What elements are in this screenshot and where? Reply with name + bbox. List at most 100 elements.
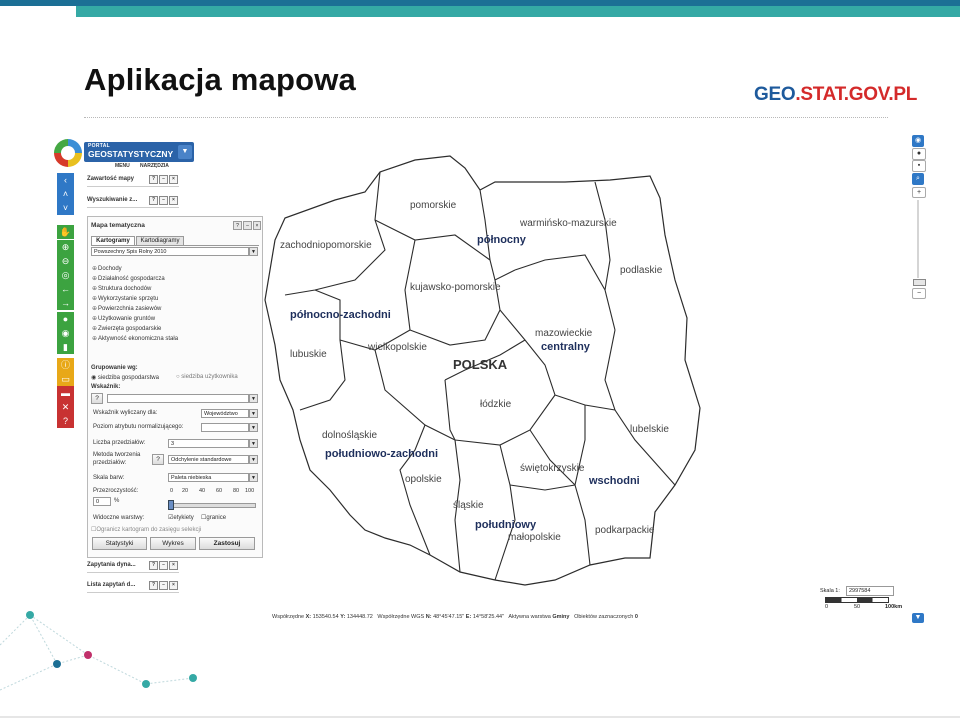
panel-query-list[interactable]: Lista zapytań d... ? – ×	[87, 578, 179, 593]
menu-link[interactable]: MENU	[115, 163, 130, 169]
zoom-slider[interactable]	[917, 200, 919, 278]
method-select[interactable]: Odchylenie standardowe	[168, 455, 249, 464]
region-label: łódzkie	[480, 399, 512, 410]
network-decoration	[0, 611, 197, 691]
forward-arrow-icon[interactable]: →	[57, 296, 74, 310]
panel-search[interactable]: Wyszukiwanie z... ? – ×	[87, 193, 179, 208]
panel-help-icon[interactable]: ?	[149, 196, 158, 205]
panel-collapse-icon[interactable]: –	[159, 581, 168, 590]
calc-for-select[interactable]: Województwo	[201, 409, 249, 418]
tree-item[interactable]: ⊕Struktura dochodów	[92, 285, 151, 292]
tab-cartodiagrams[interactable]: Kartodiagramy	[136, 236, 184, 245]
grouping-radio-household[interactable]: ◉ siedziba gospodarstwa	[91, 374, 159, 381]
tab-cartograms[interactable]: Kartogramy	[91, 236, 135, 245]
chart-icon[interactable]: ▮	[57, 340, 74, 354]
classes-label: Liczba przedziałów:	[93, 440, 146, 446]
portal-brand-big: GEOSTATYSTYCZNY	[88, 149, 174, 159]
scale-box: Skala 1: 2997584 0 50 100km	[817, 585, 902, 613]
restrict-checkbox[interactable]: ☐Ogranicz kartogram do zasięgu selekcji	[91, 526, 201, 533]
panel-query-list-title: Lista zapytań d...	[87, 582, 136, 588]
transparency-unit: %	[114, 498, 120, 504]
zoom-plus-icon[interactable]: +	[912, 187, 926, 198]
tree-item[interactable]: ⊕Wykorzystanie sprzętu	[92, 295, 158, 302]
panel-left-icon[interactable]: ‹	[57, 173, 74, 187]
panel-help-icon[interactable]: ?	[149, 581, 158, 590]
panel-close-icon[interactable]: ×	[169, 561, 178, 570]
zoom-minus-icon[interactable]: −	[912, 288, 926, 299]
indicator-help-button[interactable]: ?	[91, 393, 103, 404]
panel-dynamic-queries[interactable]: Zapytania dyna... ? – ×	[87, 558, 179, 573]
portal-dropdown-icon[interactable]: ▼	[178, 145, 192, 159]
select-icon[interactable]: ●	[57, 312, 74, 326]
transparency-input[interactable]: 0	[93, 497, 111, 506]
labels-checkbox[interactable]: ☑etykiety	[168, 514, 194, 521]
zoom-in-icon[interactable]: ⊕	[57, 240, 74, 254]
tree-item[interactable]: ⊕Zwierzęta gospodarskie	[92, 325, 161, 332]
back-arrow-icon[interactable]: ←	[57, 282, 74, 296]
scale-input[interactable]: 2997584	[846, 586, 894, 596]
grouping-radio-user[interactable]: ○ siedziba użytkownika	[176, 374, 238, 380]
calc-for-label: Wskaźnik wyliczany dla:	[93, 410, 158, 416]
identify-icon[interactable]: ◉	[57, 326, 74, 340]
region-label: małopolskie	[508, 532, 561, 543]
statistics-button[interactable]: Statystyki	[92, 537, 147, 550]
panel-collapse-icon[interactable]: –	[243, 221, 252, 230]
panel-collapse-icon[interactable]: –	[159, 175, 168, 184]
tree-item[interactable]: ⊕Dochody	[92, 265, 122, 272]
panel-close-icon[interactable]: ×	[169, 581, 178, 590]
eye-icon[interactable]: ◉	[912, 135, 924, 147]
language-flag-icon[interactable]: ✕	[57, 400, 74, 414]
tree-item[interactable]: ⊕Aktywność ekonomiczna stała	[92, 335, 178, 342]
tree-item[interactable]: ⊕Powierzchnia zasiewów	[92, 305, 161, 312]
chart-button[interactable]: Wykres	[150, 537, 196, 550]
tree-item[interactable]: ⊕Użytkowanie gruntów	[92, 315, 155, 322]
indicator-select[interactable]	[107, 394, 249, 403]
macroregion-label: centralny	[541, 341, 591, 353]
region-label: lubelskie	[630, 424, 669, 435]
palette-select[interactable]: Paleta niebieska	[168, 473, 249, 482]
panel-map-content[interactable]: Zawartość mapy ? – ×	[87, 172, 179, 187]
panel-up-icon[interactable]: ˄	[57, 187, 74, 201]
portal-brand[interactable]: PORTAL GEOSTATYSTYCZNY ▼	[84, 142, 194, 162]
tree-item[interactable]: ⊕Działalność gospodarcza	[92, 275, 165, 282]
normalization-select[interactable]	[201, 423, 249, 432]
layer-toggle-icon[interactable]: ●	[912, 148, 926, 160]
region-label: warmińsko-mazurskie	[519, 218, 617, 229]
print-icon[interactable]: ▭	[57, 372, 74, 386]
panel-collapse-icon[interactable]: –	[159, 196, 168, 205]
help-icon[interactable]: ?	[57, 414, 74, 428]
panel-collapse-icon[interactable]: –	[159, 561, 168, 570]
transparency-label: Przezroczystość:	[93, 488, 139, 494]
logo-part-a: GEO	[754, 84, 796, 105]
dataset-select[interactable]: Powszechny Spis Rolny 2010	[91, 247, 249, 256]
zoom-slider-handle[interactable]	[913, 279, 926, 286]
panel-map-content-title: Zawartość mapy	[87, 176, 135, 182]
logo-part-b: .STAT.GOV.PL	[795, 84, 918, 105]
apply-button[interactable]: Zastosuj	[199, 537, 255, 550]
method-help-button[interactable]: ?	[152, 454, 164, 465]
panel-help-icon[interactable]: ?	[233, 221, 242, 230]
panel-help-icon[interactable]: ?	[149, 175, 158, 184]
slider-handle[interactable]	[168, 500, 174, 510]
zoom-out-icon[interactable]: ⊖	[57, 254, 74, 268]
panel-close-icon[interactable]: ×	[169, 196, 178, 205]
borders-checkbox[interactable]: ☐granice	[201, 514, 226, 521]
expand-down-icon[interactable]: ▼	[912, 613, 924, 623]
panel-close-icon[interactable]: ×	[169, 175, 178, 184]
zoom-extent-icon[interactable]: ◎	[57, 268, 74, 282]
panel-search-title: Wyszukiwanie z...	[87, 197, 138, 203]
layer-toggle-icon[interactable]: ▪	[912, 160, 926, 172]
save-icon[interactable]: ▬	[57, 386, 74, 400]
transparency-slider[interactable]	[170, 503, 256, 508]
scale-tick: 0	[825, 604, 829, 610]
region-label: dolnośląskie	[322, 430, 377, 441]
tools-link[interactable]: NARZĘDZIA	[140, 163, 169, 169]
poland-map[interactable]: pomorskie warmińsko-mazurskie zachodniop…	[255, 140, 715, 610]
pan-hand-icon[interactable]: ✋	[57, 225, 74, 239]
classes-select[interactable]: 3	[168, 439, 249, 448]
method-label-1: Metoda tworzenia	[93, 452, 141, 458]
magnifier-icon[interactable]: ⌕	[912, 173, 924, 185]
panel-help-icon[interactable]: ?	[149, 561, 158, 570]
info-icon[interactable]: ⓘ	[57, 358, 74, 372]
panel-down-icon[interactable]: ˅	[57, 201, 74, 215]
